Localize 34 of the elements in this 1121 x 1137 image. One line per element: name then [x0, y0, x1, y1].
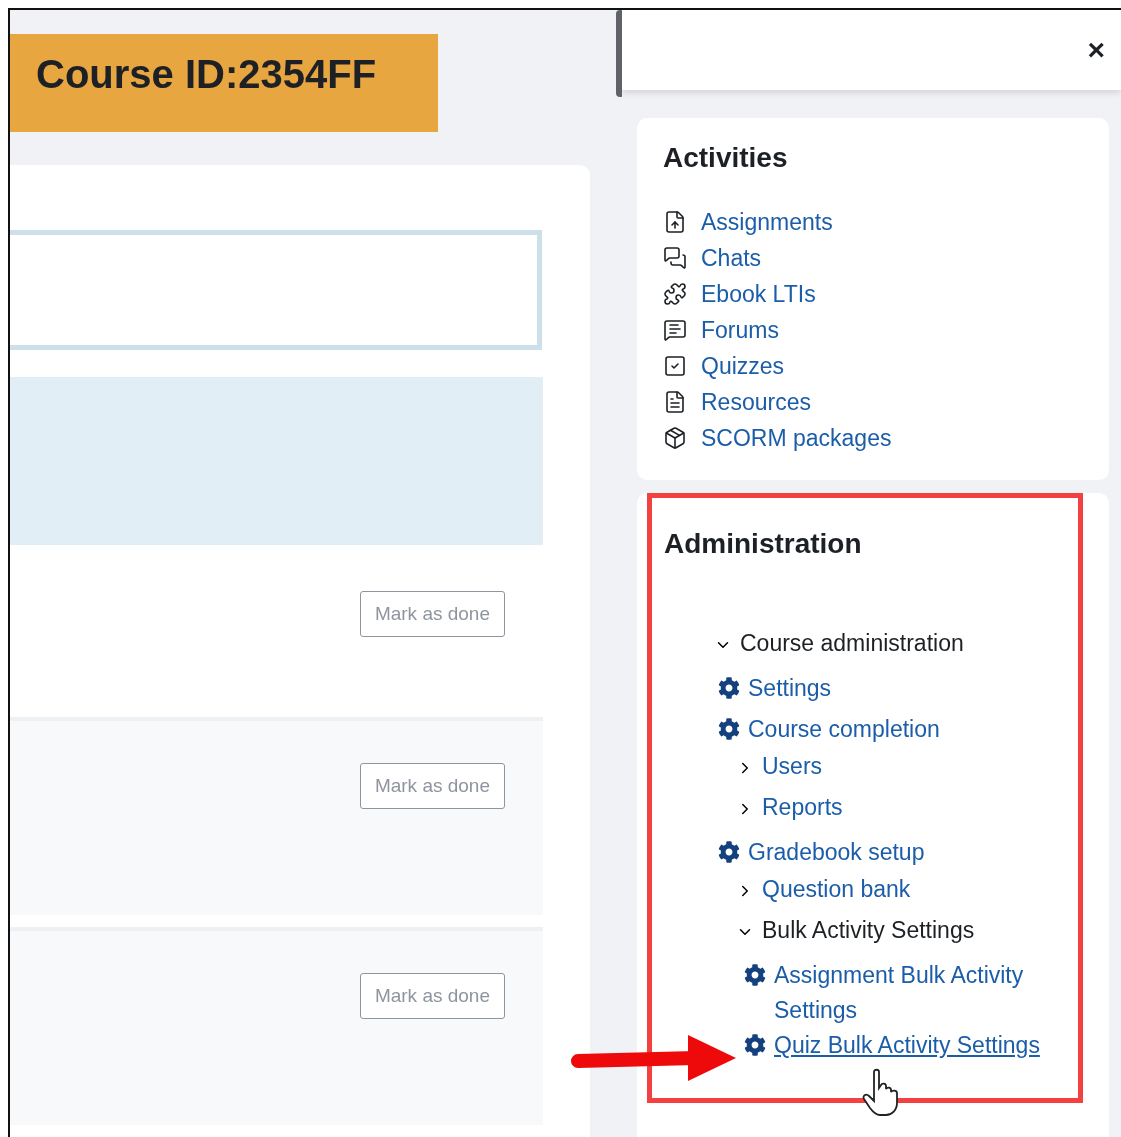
- tree-item[interactable]: Bulk Activity Settings: [762, 917, 975, 944]
- activity-link[interactable]: Ebook LTIs: [701, 280, 816, 308]
- block-title: Activities: [663, 142, 789, 174]
- activity-link[interactable]: SCORM packages: [701, 424, 892, 452]
- tree-link[interactable]: Quiz Bulk Activity Settings: [774, 1028, 1040, 1063]
- tree-item[interactable]: Users: [762, 753, 823, 780]
- gear-icon: [744, 1034, 766, 1056]
- tree-link[interactable]: Settings: [748, 671, 832, 706]
- tree-link[interactable]: Gradebook setup: [748, 835, 925, 870]
- gear-icon: [718, 841, 740, 863]
- chat-icon: [663, 246, 687, 270]
- tree-item[interactable]: Question bank: [762, 876, 911, 903]
- resource-icon: [663, 390, 687, 414]
- course-title: Course ID:2354FF: [36, 52, 378, 97]
- activity-link[interactable]: Chats: [701, 244, 762, 272]
- activity-link[interactable]: Quizzes: [701, 352, 785, 380]
- gear-icon: [718, 677, 740, 699]
- tree-link[interactable]: Assignment Bulk Activity Settings: [774, 958, 1064, 1028]
- gear-icon: [718, 718, 740, 740]
- tree-item[interactable]: Reports: [762, 794, 843, 821]
- quiz-icon: [663, 354, 687, 378]
- tree-link[interactable]: Course completion: [748, 712, 940, 747]
- activity-link[interactable]: Forums: [701, 316, 779, 344]
- activity-link[interactable]: Resources: [701, 388, 811, 416]
- activity-link[interactable]: Assignments: [701, 208, 833, 236]
- assignment-icon: [663, 210, 687, 234]
- close-button[interactable]: ×: [1083, 33, 1109, 67]
- gear-icon: [744, 964, 766, 986]
- forum-icon: [663, 318, 687, 342]
- lti-icon: [663, 282, 687, 306]
- tree-item[interactable]: Course administration: [740, 630, 964, 657]
- scrollbar[interactable]: [616, 10, 622, 97]
- scorm-icon: [663, 426, 687, 450]
- block-title: Administration: [664, 528, 863, 560]
